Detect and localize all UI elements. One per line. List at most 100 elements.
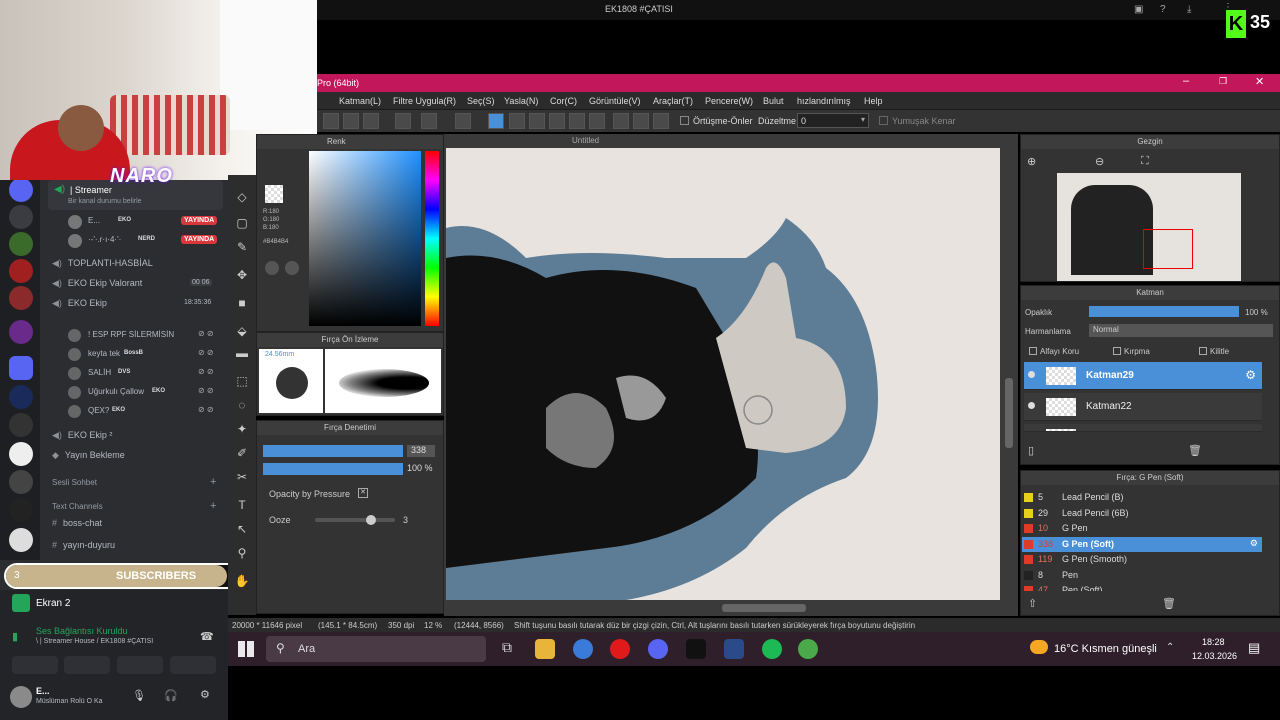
text-channel[interactable]: # yayın-duyuru xyxy=(52,540,115,550)
task-view-icon[interactable]: ⧉ xyxy=(497,639,517,659)
text-channel[interactable]: # boss-chat xyxy=(52,518,102,528)
file-explorer-icon[interactable] xyxy=(535,639,555,659)
delete-brush-icon[interactable]: 🗑 xyxy=(1162,597,1176,610)
menu-item[interactable]: Bulut xyxy=(763,96,784,106)
taskbar-search[interactable]: ⚲ Ara xyxy=(266,636,486,662)
disconnect-icon[interactable]: ☎ xyxy=(200,630,214,643)
select-eraser-tool-icon[interactable]: ✂ xyxy=(234,469,250,485)
open-icon[interactable] xyxy=(343,113,359,129)
hue-slider[interactable] xyxy=(425,151,439,326)
add-icon[interactable]: + xyxy=(210,476,216,488)
undo-icon[interactable] xyxy=(395,113,411,129)
lock-checkbox[interactable] xyxy=(1199,347,1207,355)
layer-row[interactable]: Katman19 xyxy=(1024,424,1262,432)
brush-opacity-slider[interactable] xyxy=(263,463,403,475)
menu-item[interactable]: Help xyxy=(864,96,883,106)
hand-tool-icon[interactable]: ✋ xyxy=(234,573,250,589)
brush-item[interactable]: 119 G Pen (Smooth) xyxy=(1022,552,1262,567)
voice-channel[interactable]: ◀) EKO Ekip Valorant xyxy=(52,278,142,289)
save-icon[interactable] xyxy=(363,113,379,129)
notifications-icon[interactable]: ▤ xyxy=(1248,640,1260,656)
menu-item[interactable]: Görüntüle(V) xyxy=(589,96,641,106)
voice-channel[interactable]: ◀) TOPLANTI-HASBİAL xyxy=(52,258,153,269)
clock-time[interactable]: 18:28 xyxy=(1202,637,1225,647)
menu-item[interactable]: hızlandırılmış xyxy=(797,96,851,106)
server-icon[interactable] xyxy=(9,259,33,283)
voice-member[interactable]: Uğurkulı Çallow EKO ⊘ ⊘ xyxy=(68,385,223,401)
shape-tool-icon[interactable]: ■ xyxy=(234,295,250,311)
operation-tool-icon[interactable]: ↖ xyxy=(234,521,250,537)
gear-icon[interactable]: ⚙ xyxy=(1250,538,1258,549)
correction-select[interactable]: 0 ▾ xyxy=(797,113,869,128)
download-icon[interactable]: ⤓ xyxy=(1187,4,1191,15)
new-layer-icon[interactable]: ▯ xyxy=(1028,444,1034,457)
server-icon[interactable] xyxy=(9,470,33,494)
opera-icon[interactable] xyxy=(610,639,630,659)
transform-icon[interactable] xyxy=(455,113,471,129)
server-icon[interactable] xyxy=(9,385,33,409)
zoom-out-icon[interactable]: ⊖ xyxy=(1095,155,1104,168)
weather-text[interactable]: 16°C Kısmen güneşli xyxy=(1054,643,1157,655)
add-icon[interactable]: + xyxy=(210,500,216,512)
canvas-tab[interactable]: Untitled xyxy=(572,136,599,145)
spotify-icon[interactable] xyxy=(762,639,782,659)
screen-share-row[interactable]: Ekran 2 xyxy=(10,592,220,616)
current-color-swatch[interactable] xyxy=(265,185,283,203)
headset-icon[interactable]: 🎧 xyxy=(164,689,178,702)
gear-icon[interactable]: ⚙ xyxy=(200,688,210,701)
menu-item[interactable]: Yasla(N) xyxy=(504,96,538,106)
menu-item[interactable]: Seç(S) xyxy=(467,96,495,106)
upload-brush-icon[interactable]: ⇧ xyxy=(1028,597,1037,610)
activities-button[interactable] xyxy=(117,656,163,674)
text-tool-icon[interactable]: T xyxy=(234,497,250,513)
brush-size-value[interactable]: 338 xyxy=(407,445,435,457)
menu-item[interactable]: Katman(L) xyxy=(339,96,381,106)
visibility-icon[interactable] xyxy=(1028,371,1035,378)
voice-member[interactable]: keyta tek BossB ⊘ ⊘ xyxy=(68,347,223,363)
select-pen-tool-icon[interactable]: ✐ xyxy=(234,445,250,461)
notification-icon[interactable]: ▣ xyxy=(1134,4,1143,15)
horizontal-scrollbar[interactable] xyxy=(446,602,1000,614)
redo-icon[interactable] xyxy=(421,113,437,129)
gear-icon[interactable] xyxy=(653,113,669,129)
gear-icon[interactable]: ⚙ xyxy=(1245,368,1256,382)
fit-icon[interactable]: ⛶ xyxy=(1141,155,1149,168)
brush-item[interactable]: 8 Pen xyxy=(1022,568,1262,583)
discord-icon[interactable] xyxy=(648,639,668,659)
brush-item[interactable]: 47 Pen (Soft) xyxy=(1022,583,1262,591)
new-icon[interactable] xyxy=(323,113,339,129)
clock-date[interactable]: 12.03.2026 xyxy=(1192,651,1237,661)
brush-item[interactable]: 10 G Pen xyxy=(1022,521,1262,536)
menu-item[interactable]: Filtre Uygula(R) xyxy=(393,96,456,106)
layer-opacity-slider[interactable] xyxy=(1089,306,1239,317)
pen-tool-icon[interactable]: ✎ xyxy=(234,239,250,255)
brush-item[interactable]: 29 Lead Pencil (6B) xyxy=(1022,506,1262,521)
voice-section-header[interactable]: Sesli Sohbet xyxy=(52,478,97,487)
menu-item[interactable]: Pencere(W) xyxy=(705,96,753,106)
server-icon[interactable] xyxy=(9,498,33,522)
voice-member[interactable]: SALİH DVS ⊘ ⊘ xyxy=(68,366,223,382)
grid-icon[interactable] xyxy=(529,113,545,129)
menu-item[interactable]: Araçlar(T) xyxy=(653,96,693,106)
circle-guide-icon[interactable] xyxy=(589,113,605,129)
rect-select-tool-icon[interactable]: ▢ xyxy=(234,215,250,231)
app-icon[interactable] xyxy=(724,639,744,659)
restore-icon[interactable]: ❐ xyxy=(1219,76,1227,87)
windows-start-icon[interactable] xyxy=(238,641,254,657)
server-icon[interactable] xyxy=(9,178,33,202)
opacity-pressure-checkbox[interactable]: ✕ xyxy=(358,488,368,498)
scroll-thumb[interactable] xyxy=(722,604,806,612)
close-icon[interactable]: ✕ xyxy=(1255,75,1264,88)
voice-channel[interactable]: ◀) EKO Ekip xyxy=(52,298,107,309)
ruler-icon[interactable] xyxy=(509,113,525,129)
voice-member[interactable]: QEX? EKO ⊘ ⊘ xyxy=(68,404,223,420)
gradient-tool-icon[interactable]: ▬ xyxy=(234,345,250,361)
blend-mode-select[interactable]: Normal xyxy=(1089,324,1273,337)
move-tool-icon[interactable]: ✥ xyxy=(234,267,250,283)
minimize-icon[interactable]: – xyxy=(1183,75,1189,87)
eyedropper-icon[interactable] xyxy=(265,261,279,275)
soft-edge-checkbox[interactable] xyxy=(879,116,888,125)
snap-icon[interactable] xyxy=(488,113,504,129)
antialias-checkbox[interactable] xyxy=(680,116,689,125)
menu-item[interactable]: Cor(C) xyxy=(550,96,577,106)
